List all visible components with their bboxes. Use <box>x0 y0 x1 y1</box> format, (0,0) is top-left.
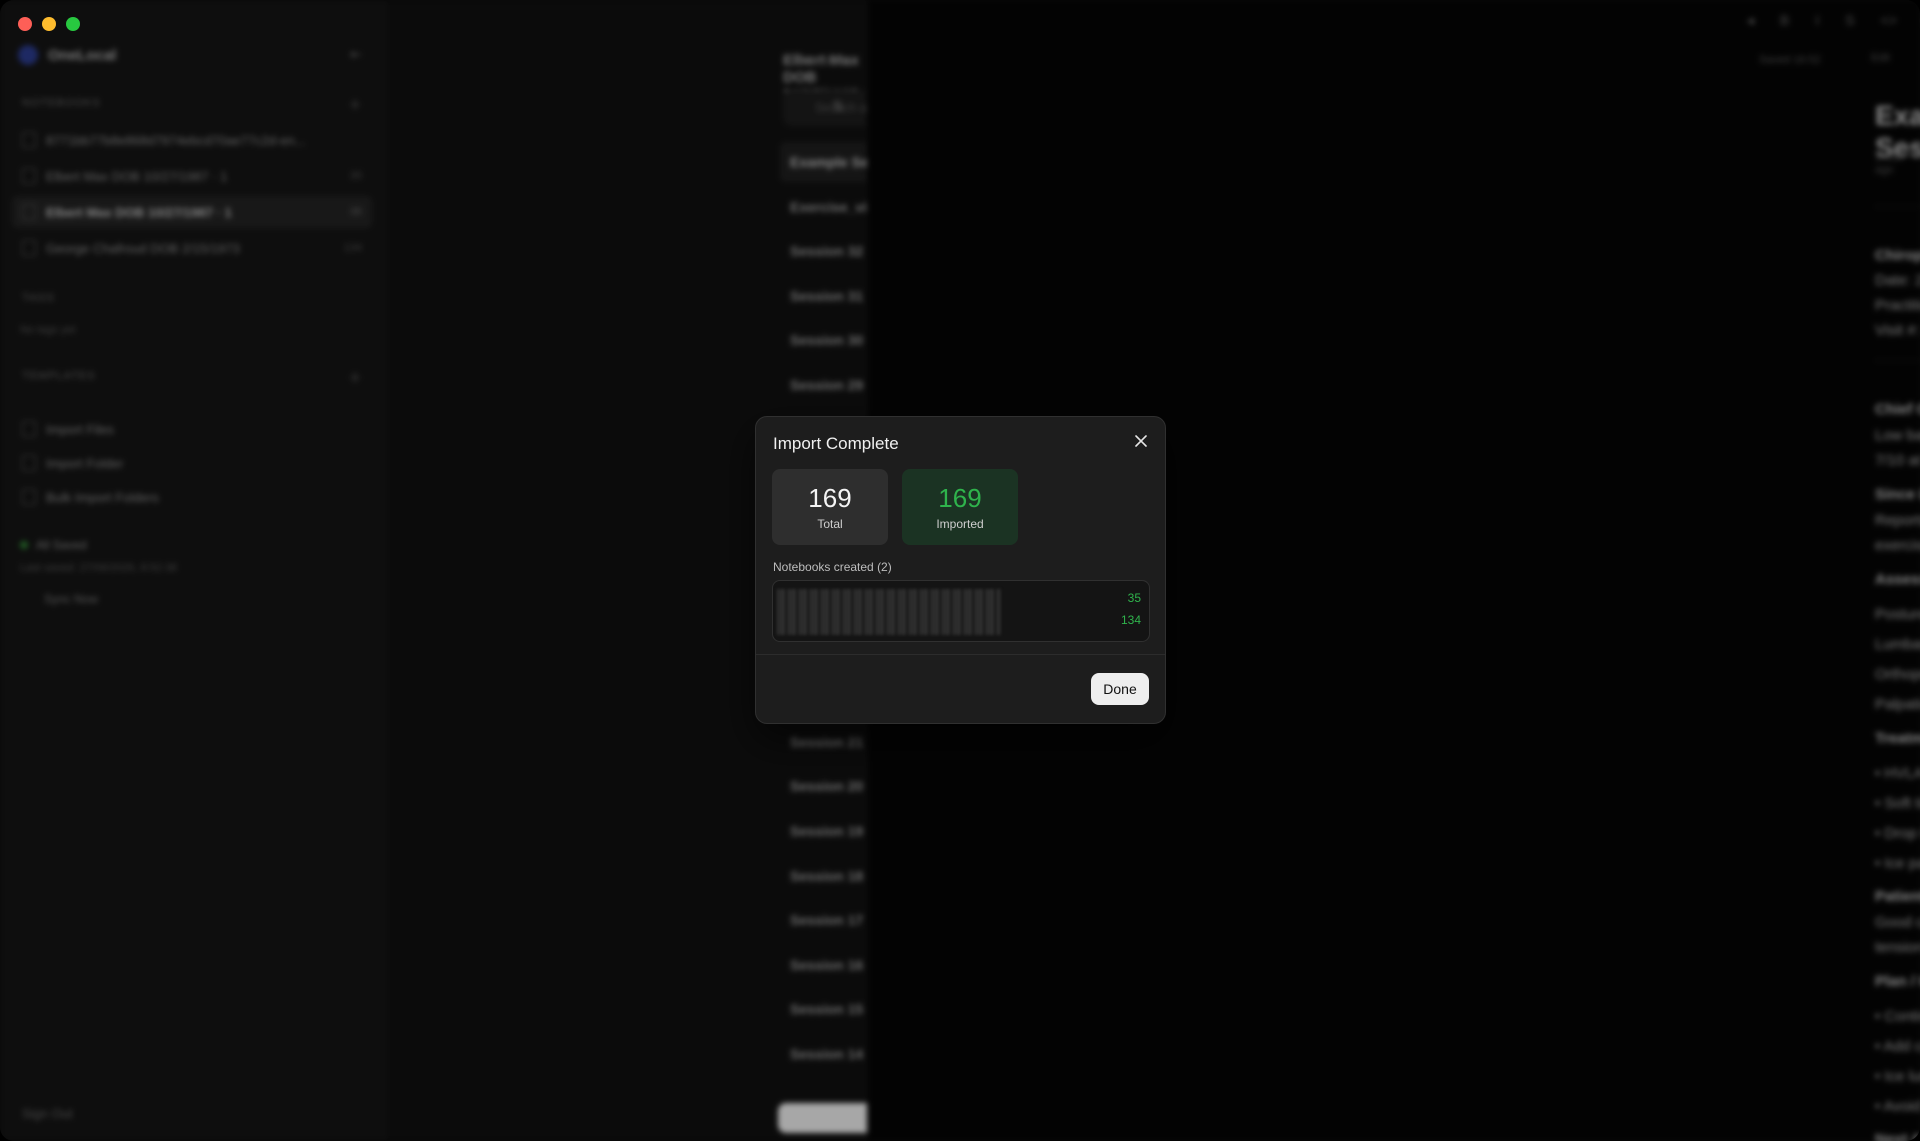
notebooks-created-list: 35 134 <box>772 580 1150 642</box>
total-stat-card: 169 Total <box>772 469 888 545</box>
zoom-window-button[interactable] <box>66 17 80 31</box>
dialog-divider <box>756 654 1165 655</box>
dialog-title: Import Complete <box>773 434 899 453</box>
imported-value: 169 <box>938 483 982 513</box>
minimize-window-button[interactable] <box>42 17 56 31</box>
redacted-notebook-names <box>777 589 1001 635</box>
total-value: 169 <box>808 483 852 513</box>
window-controls <box>18 17 80 31</box>
imported-stat-card: 169 Imported <box>902 469 1018 545</box>
notebook-count: 35 <box>1127 591 1141 605</box>
notebook-count: 134 <box>1120 613 1141 627</box>
total-label: Total <box>817 517 843 531</box>
import-complete-dialog: Import Complete 169 Total 169 Imported N… <box>755 416 1166 724</box>
done-button[interactable]: Done <box>1091 673 1149 705</box>
notebooks-created-label: Notebooks created (2) <box>773 560 892 574</box>
close-icon[interactable] <box>1131 431 1151 451</box>
close-window-button[interactable] <box>18 17 32 31</box>
imported-label: Imported <box>936 517 984 531</box>
app-window: OneLocal ⇤ NOTEBOOKS ＋ 8771bb77b8e868d79… <box>0 0 1920 1141</box>
